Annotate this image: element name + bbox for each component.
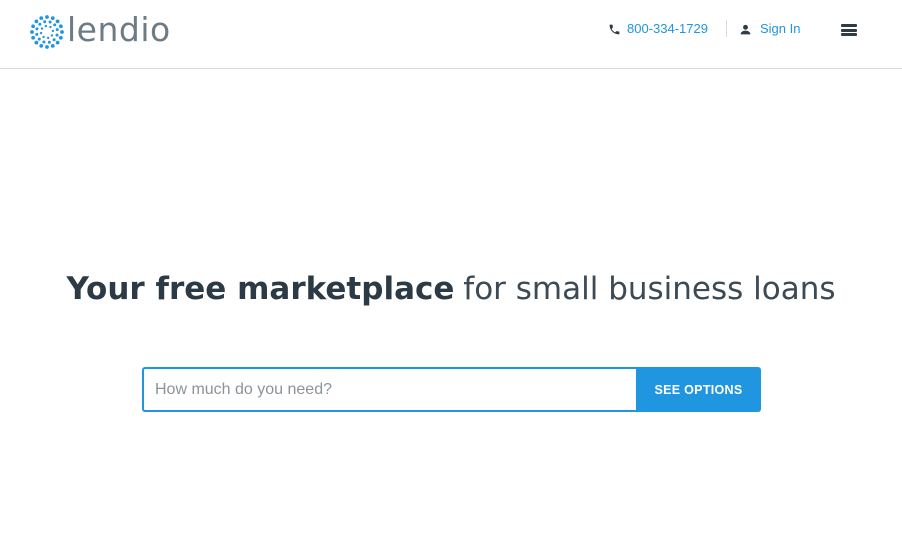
logo-dot <box>43 20 47 24</box>
menu-bar <box>841 24 857 27</box>
logo-dot <box>55 33 59 37</box>
menu-bar <box>841 28 857 32</box>
logo-dot <box>49 25 52 29</box>
logo-dot <box>60 30 64 34</box>
logo-dot <box>40 27 44 30</box>
logo-dot <box>50 34 54 37</box>
logo-dot <box>46 36 50 40</box>
logo-dot <box>55 28 59 32</box>
logo-dot <box>34 40 39 45</box>
see-options-button[interactable]: SEE OPTIONS <box>636 367 761 412</box>
logo-dot <box>58 35 63 40</box>
logo-dot <box>31 24 36 29</box>
lendio-dots-icon <box>30 15 64 49</box>
hamburger-menu-icon[interactable] <box>840 22 858 38</box>
logo-dot <box>31 35 36 40</box>
logo-dot <box>42 40 46 44</box>
logo-dot <box>52 38 56 42</box>
logo-dot <box>51 29 55 33</box>
logo-dot <box>53 23 57 27</box>
phone-number: 800-334-1729 <box>627 21 708 36</box>
logo-dot <box>50 43 55 48</box>
headline-bold: Your free marketplace <box>66 271 455 307</box>
logo-dot <box>39 16 44 21</box>
phone-icon <box>609 24 620 34</box>
logo-dot <box>55 40 60 45</box>
logo-dot <box>42 35 45 39</box>
hero-headline: Your free marketplace for small business… <box>0 266 902 311</box>
logo-dot <box>47 40 51 44</box>
logo-dot <box>45 45 49 49</box>
logo-dot <box>45 15 49 19</box>
logo-dot <box>38 22 42 26</box>
logo-dot <box>58 24 63 29</box>
phone-link[interactable]: 800-334-1729 <box>608 19 708 39</box>
menu-bar <box>841 33 857 36</box>
loan-amount-form: SEE OPTIONS <box>142 367 761 412</box>
logo-dot <box>35 32 39 36</box>
sign-in-label: Sign In <box>760 21 801 36</box>
logo-text: lendio <box>67 10 171 49</box>
logo-dot <box>39 31 43 35</box>
sign-in-link[interactable]: Sign In <box>739 19 800 39</box>
headline-light: for small business loans <box>463 271 836 307</box>
logo-dot <box>44 24 48 28</box>
loan-amount-input[interactable] <box>142 367 636 412</box>
site-header: lendio 800-334-1729 Sign In <box>0 0 902 69</box>
logo-dot <box>50 16 55 21</box>
user-icon <box>740 24 751 34</box>
lendio-logo[interactable]: lendio <box>29 10 171 50</box>
logo-dot <box>34 19 39 24</box>
logo-dot <box>48 20 52 24</box>
logo-dot <box>55 19 60 24</box>
logo-dot <box>35 27 39 31</box>
header-divider <box>726 20 727 37</box>
logo-dot <box>30 30 34 34</box>
logo-dot <box>39 43 44 48</box>
logo-dot <box>37 37 41 41</box>
